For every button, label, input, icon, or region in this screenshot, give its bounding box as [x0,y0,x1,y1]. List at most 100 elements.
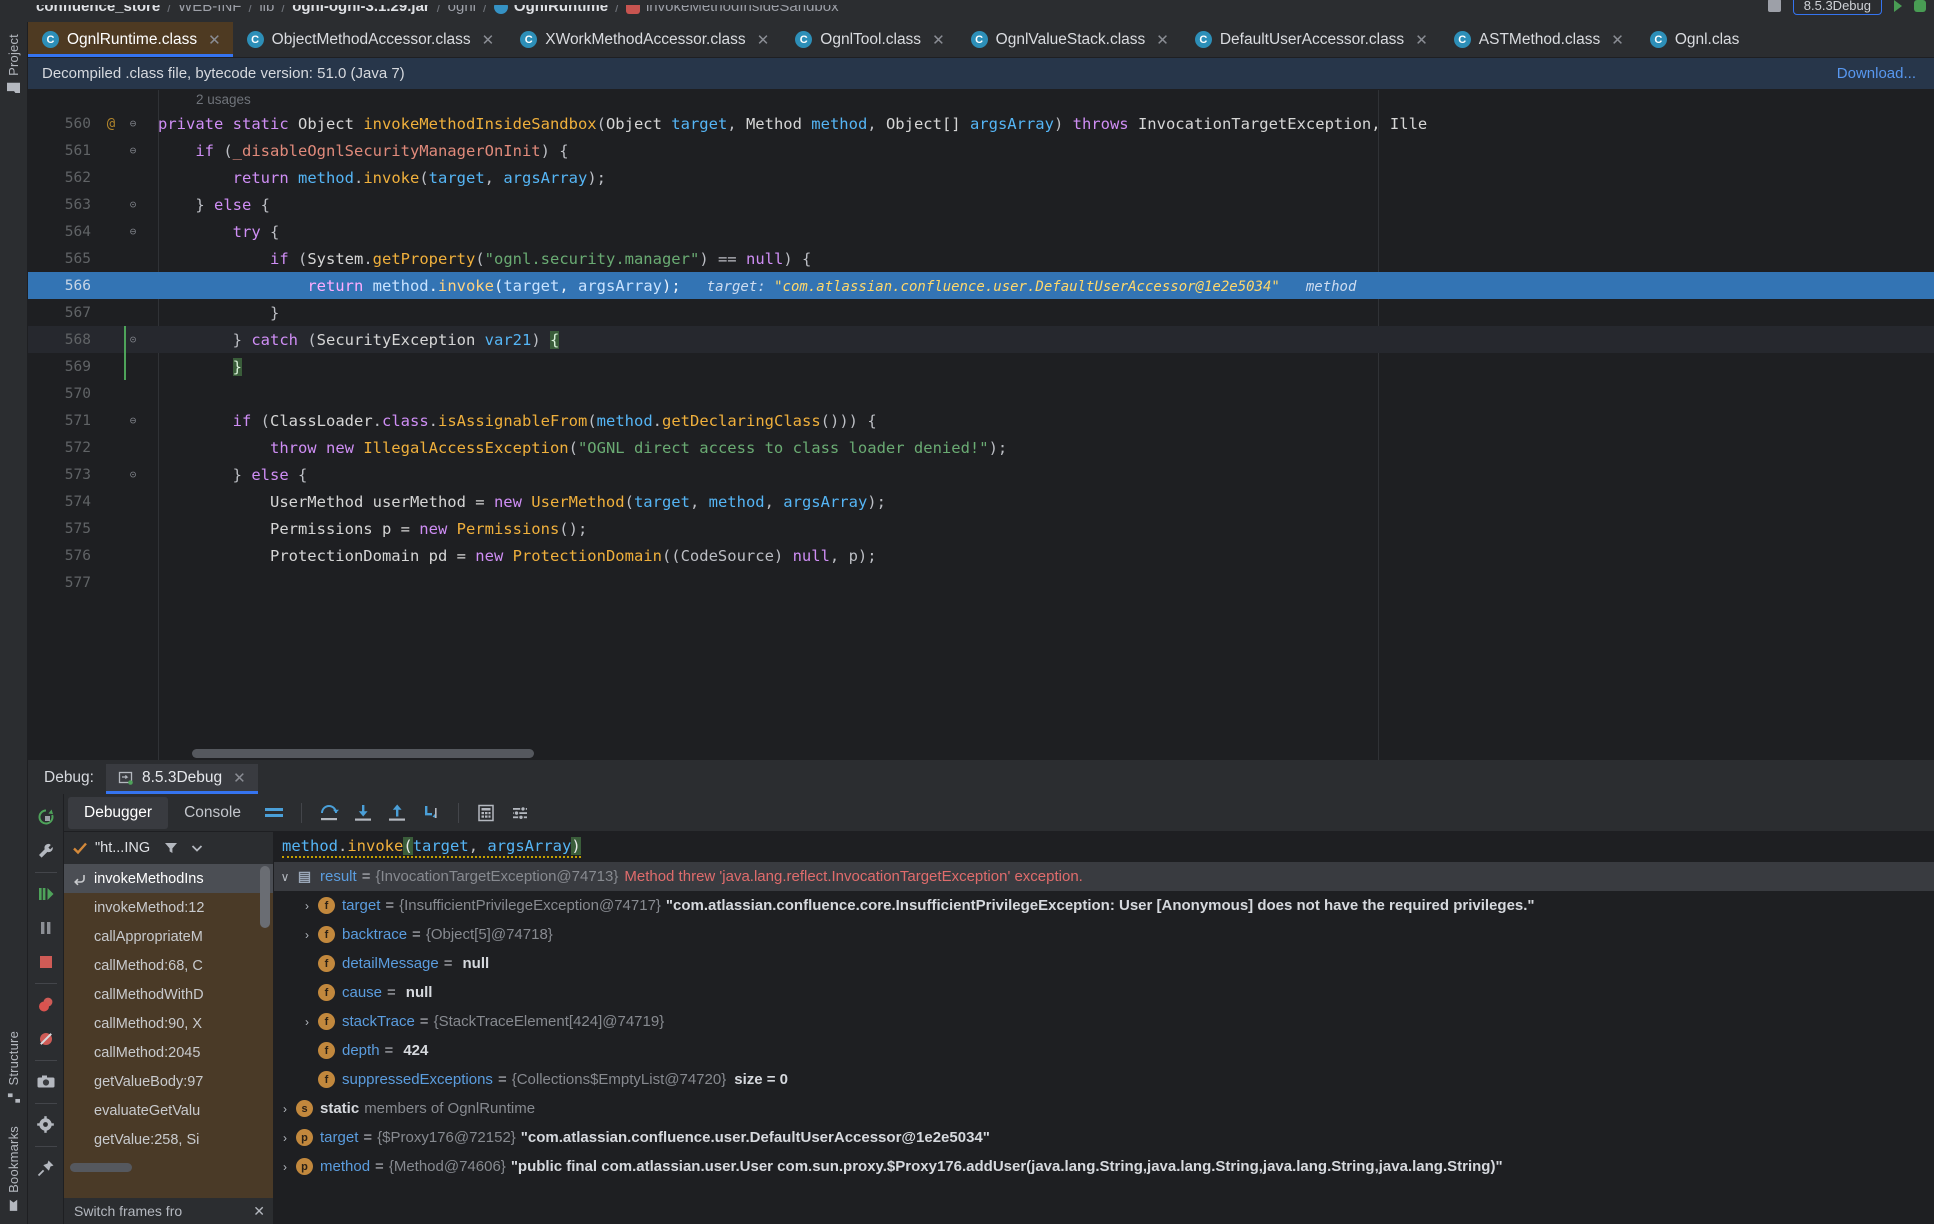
filter-icon[interactable] [163,840,179,856]
chevron-right-icon[interactable]: › [296,899,318,913]
code-line[interactable]: 571 ⊖ if (ClassLoader.class.isAssignableF… [28,407,1934,434]
settings-gear-icon[interactable] [29,1108,63,1142]
close-icon[interactable]: ✕ [932,31,945,49]
run-to-cursor-icon[interactable] [414,798,448,828]
editor-horizontal-scrollbar[interactable] [192,749,534,758]
search-everywhere-icon[interactable] [1767,0,1781,12]
view-breakpoints-icon[interactable] [29,988,63,1022]
fold-toggle-icon[interactable]: ⊖ [122,225,144,238]
frame-list-item[interactable]: callMethod:2045 [64,1038,273,1067]
code-line[interactable]: 562 return method.invoke(target, argsArr… [28,164,1934,191]
code-line[interactable]: 576 ProtectionDomain pd = new Protection… [28,542,1934,569]
step-over-icon[interactable] [312,798,346,828]
code-editor[interactable]: 2 usages 560 @ ⊖ private static Object invo… [28,90,1934,760]
variable-row[interactable]: › f backtrace = {Object[5]@74718} [274,920,1934,949]
chevron-right-icon[interactable]: › [296,1015,318,1029]
editor-tab[interactable]: C Ognl.clas [1636,22,1752,57]
breadcrumb-segment[interactable]: ognl [448,5,476,15]
frames-vertical-scrollbar[interactable] [260,866,270,928]
code-line[interactable]: 566 return method.invoke(target, argsArr… [28,272,1934,299]
variables-pane[interactable]: method.invoke(target, argsArray) ∨ ▤ resul… [274,832,1934,1224]
breadcrumb-segment[interactable]: ognl-ognl-3.1.29.jar [292,5,430,15]
chevron-right-icon[interactable]: › [296,928,318,942]
code-line[interactable]: 561 ⊖ if (_disableOgnlSecurityManagerOnIn… [28,137,1934,164]
frames-list[interactable]: invokeMethodIns invokeMethod:12 callApprop… [64,864,273,1198]
rerun-icon[interactable] [29,800,63,834]
chevron-right-icon[interactable]: › [274,1131,296,1145]
close-icon[interactable]: ✕ [208,31,221,49]
evaluate-icon[interactable] [469,798,503,828]
fold-toggle-icon[interactable]: ⊖ [122,117,144,130]
wrench-icon[interactable] [29,834,63,868]
frame-list-item[interactable]: invokeMethod:12 [64,893,273,922]
variable-row[interactable]: f suppressedExceptions = {Collections$Empty… [274,1065,1934,1094]
variable-row[interactable]: › f target = {InsufficientPrivilegeException… [274,891,1934,920]
camera-icon[interactable] [29,1065,63,1099]
fold-toggle-icon[interactable]: ⊖ [122,144,144,157]
code-line[interactable]: 565 if (System.getProperty("ognl.securit… [28,245,1934,272]
variable-row[interactable]: f detailMessage = null [274,949,1934,978]
variable-row[interactable]: f cause = null [274,978,1934,1007]
code-line[interactable]: 568 ⊝ } catch (SecurityException var21) { [28,326,1934,353]
pause-icon[interactable] [29,911,63,945]
code-line[interactable]: 563 ⊝ } else { [28,191,1934,218]
variable-row[interactable]: › s static members of OgnlRuntime [274,1094,1934,1123]
breadcrumb-segment[interactable]: lib [259,5,274,15]
breadcrumb-segment[interactable]: OgnlRuntime [493,5,608,15]
frame-list-item[interactable]: invokeMethodIns [64,864,273,893]
tab-console[interactable]: Console [168,797,257,829]
code-line[interactable]: 574 UserMethod userMethod = new UserMeth… [28,488,1934,515]
variable-row[interactable]: › p target = {$Proxy176@72152} "com.atlassian… [274,1123,1934,1152]
fold-toggle-icon[interactable]: ⊝ [122,198,144,211]
code-line[interactable]: 567 } [28,299,1934,326]
gutter-annotation-icon[interactable]: @ [100,116,122,132]
fold-toggle-icon[interactable]: ⊝ [122,468,144,481]
rail-item-bookmarks[interactable]: Bookmarks [6,1120,21,1218]
frame-list-item[interactable]: callMethod:90, X [64,1009,273,1038]
code-line[interactable]: 560 @ ⊖ private static Object invokeMethodI… [28,110,1934,137]
breadcrumb-segment[interactable]: WEB-INF [178,5,241,15]
pin-icon[interactable] [29,1151,63,1185]
editor-tab[interactable]: C OgnlTool.class ✕ [781,22,956,57]
mute-breakpoints-icon[interactable] [29,1022,63,1056]
code-line[interactable]: 569 } [28,353,1934,380]
frames-horizontal-scrollbar[interactable] [70,1163,132,1172]
editor-tab[interactable]: C DefaultUserAccessor.class ✕ [1181,22,1440,57]
code-line[interactable]: 577 [28,569,1934,596]
debug-session-tab[interactable]: 8.5.3Debug ✕ [105,764,258,794]
close-icon[interactable]: ✕ [1415,31,1428,49]
close-icon[interactable]: ✕ [253,1203,265,1220]
frame-list-item[interactable]: callMethodWithD [64,980,273,1009]
frame-list-item[interactable]: getValueBody:97 [64,1067,273,1096]
resume-icon[interactable] [29,877,63,911]
editor-tab[interactable]: C ASTMethod.class ✕ [1440,22,1636,57]
breadcrumb-segment[interactable]: invokeMethodInsideSandbox [625,5,839,15]
variable-row[interactable]: f depth = 424 [274,1036,1934,1065]
code-line[interactable]: 570 [28,380,1934,407]
chevron-down-icon[interactable]: ∨ [274,870,296,884]
editor-tab[interactable]: C XWorkMethodAccessor.class ✕ [506,22,781,57]
code-line[interactable]: 575 Permissions p = new Permissions(); [28,515,1934,542]
close-icon[interactable]: ✕ [1611,31,1624,49]
editor-tab[interactable]: C ObjectMethodAccessor.class ✕ [233,22,507,57]
variable-row[interactable]: ∨ ▤ result = {InvocationTargetException@7471… [274,862,1934,891]
editor-tab[interactable]: C OgnlValueStack.class ✕ [957,22,1181,57]
fold-toggle-icon[interactable]: ⊖ [122,414,144,427]
editor-tab[interactable]: C OgnlRuntime.class ✕ [28,22,233,57]
step-into-icon[interactable] [346,798,380,828]
frame-list-item[interactable]: callMethod:68, C [64,951,273,980]
chevron-right-icon[interactable]: › [274,1160,296,1174]
download-sources-link[interactable]: Download... [1837,65,1916,82]
frame-list-item[interactable]: callAppropriateM [64,922,273,951]
rail-item-project[interactable]: Project [6,28,21,101]
breadcrumb-segment[interactable]: confluence_store [36,5,160,15]
chevron-right-icon[interactable]: › [274,1102,296,1116]
chevron-down-icon[interactable] [190,841,204,855]
layout-icon[interactable] [257,798,291,828]
variable-row[interactable]: › f stackTrace = {StackTraceElement[424]@747… [274,1007,1934,1036]
code-line[interactable]: 572 throw new IllegalAccessException("OG… [28,434,1934,461]
frame-list-item[interactable]: getValue:258, Si [64,1125,273,1154]
thread-selector[interactable]: "ht...ING [64,832,273,864]
settings-list-icon[interactable] [503,798,537,828]
rail-item-structure[interactable]: Structure [6,1025,21,1111]
